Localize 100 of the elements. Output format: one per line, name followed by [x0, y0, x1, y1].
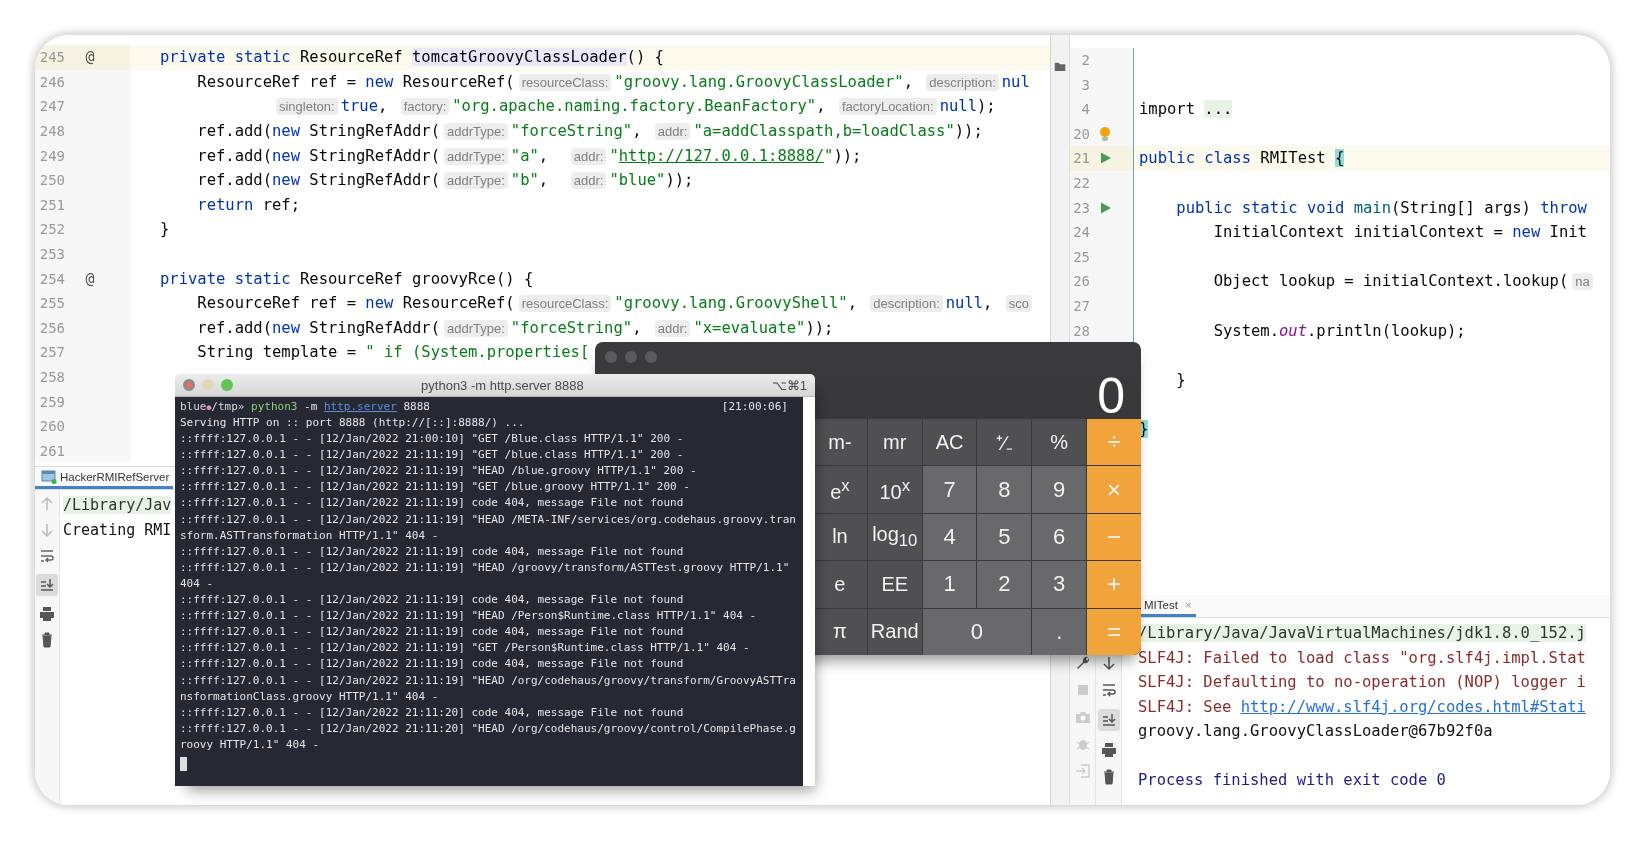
console-line: groovy.lang.GroovyClassLoader@67b92f0a	[1138, 722, 1493, 740]
url-link[interactable]: http://127.0.0.1:8888/	[618, 146, 825, 165]
print-icon[interactable]	[1100, 742, 1117, 758]
calculator-key[interactable]: 3	[1032, 561, 1087, 608]
console-line: SLF4J: See http://www.slf4j.org/codes.html#Stati	[1138, 697, 1586, 716]
line-number: 257	[39, 344, 65, 361]
line-number: 246	[39, 73, 65, 90]
code-line: ref.add(new StringRefAddr( addrType: "forceString", addr: "x=evaluate"));	[196, 318, 834, 337]
calculator-key[interactable]: π	[813, 608, 867, 655]
terminal-line: 404 -	[180, 576, 214, 590]
line-number: 27	[1073, 297, 1090, 314]
calculator-key[interactable]: e$^{x}$	[813, 466, 867, 513]
calculator-key[interactable]: ln	[813, 513, 867, 561]
line-number: 24	[1073, 224, 1090, 241]
line-number: 22	[1073, 174, 1090, 191]
line-number: 25	[1073, 248, 1090, 265]
print-icon[interactable]	[39, 606, 55, 622]
window-title: python3 -m http.server 8888	[420, 377, 585, 393]
code-line: ref.add(new StringRefAddr( addrType: "forceString", addr: "a=addClasspath,b=loadClass"));	[196, 122, 983, 141]
calculator-key[interactable]: 10$^{x}$	[867, 466, 922, 513]
calculator-key[interactable]: EE	[867, 561, 922, 608]
calculator-key[interactable]: log$_{10}$	[867, 513, 922, 561]
code-line: private static ResourceRef groovyRce() {	[160, 269, 534, 288]
calculator-key[interactable]: 0	[922, 608, 1032, 655]
zoom-button[interactable]	[221, 379, 233, 391]
line-number: 251	[39, 196, 65, 213]
scroll-to-end-icon[interactable]	[1097, 709, 1120, 731]
console-line: SLF4J: Failed to load class "org.slf4j.impl.Stat	[1138, 648, 1586, 667]
code-line: }	[1175, 370, 1186, 389]
up-arrow-icon[interactable]	[39, 496, 55, 512]
calculator-key[interactable]: 2	[977, 561, 1032, 608]
line-number: 26	[1073, 273, 1090, 290]
terminal-line: ::ffff:127.0.0.1 - - [12/Jan/2022 21:11:19] "HEAD /Person$Runtime.class HTTP/1.1" 404 -	[180, 609, 757, 623]
line-number: 23	[1073, 199, 1090, 216]
calculator-key[interactable]: .	[1032, 608, 1087, 655]
line-number: 20	[1073, 125, 1090, 142]
code-line: InitialContext initialContext = new Init	[1212, 223, 1587, 242]
trash-icon[interactable]	[39, 632, 55, 648]
code-line: String template = " if (System.properties[	[196, 343, 590, 362]
line-number: 261	[39, 442, 65, 459]
calculator-key[interactable]: 5	[977, 513, 1032, 561]
wrap-icon[interactable]	[1100, 682, 1117, 698]
minimize-button[interactable]	[625, 351, 637, 363]
terminal-line: ::ffff:127.0.0.1 - - [12/Jan/2022 21:11:19] "HEAD /blue.groovy HTTP/1.1" 200 -	[180, 464, 697, 478]
camera-icon[interactable]	[1074, 709, 1091, 725]
text-cursor	[180, 756, 187, 771]
login-icon[interactable]	[1074, 763, 1091, 779]
scrollbar-track[interactable]	[803, 397, 815, 786]
wrap-icon[interactable]	[39, 548, 55, 564]
run-icon[interactable]	[1099, 201, 1111, 214]
code-line: ref.add(new StringRefAddr( addrType: "b", addr: "blue"));	[196, 171, 694, 190]
line-number: 21	[1073, 150, 1090, 167]
line-number: 254	[39, 270, 65, 287]
terminal-prompt: blue●/tmp» python3 -m http.server 8888	[180, 399, 430, 415]
calculator-key[interactable]: m-	[813, 419, 867, 466]
console-line: Creating RMI	[63, 520, 172, 539]
terminal-line: nsformationClass.groovy HTTP/1.1" 404 -	[180, 689, 439, 703]
line-number: 250	[39, 172, 65, 189]
calculator-key[interactable]: 4	[922, 513, 977, 561]
terminal-line: ::ffff:127.0.0.1 - - [12/Jan/2022 21:11:20] code 404, message File not found	[180, 705, 684, 719]
calculator-key[interactable]: 8	[977, 466, 1032, 513]
code-line: }	[160, 220, 170, 239]
zoom-button[interactable]	[645, 351, 657, 363]
terminal-line: ::ffff:127.0.0.1 - - [12/Jan/2022 21:11:19] code 404, message File not found	[180, 657, 684, 671]
code-line: System.out.println(lookup);	[1212, 321, 1466, 340]
code-line: ResourceRef ref = new ResourceRef( resourceClass: "groovy.lang.GroovyShell", description: null, sco	[160, 294, 1035, 313]
down-arrow-icon[interactable]	[1100, 655, 1117, 671]
calculator-key[interactable]: 1	[922, 561, 977, 608]
lightbulb-icon[interactable]	[1099, 125, 1111, 142]
close-button[interactable]	[605, 351, 617, 363]
run-icon[interactable]	[1099, 152, 1111, 165]
line-number: 2	[1081, 52, 1090, 68]
line-number: 245	[39, 49, 65, 66]
calculator-key[interactable]: mr	[867, 419, 922, 466]
close-button[interactable]	[183, 379, 195, 391]
terminal-line: ::ffff:127.0.0.1 - - [12/Jan/2022 21:11:19] "GET /Person$Runtime.class HTTP/1.1" 404 -	[180, 641, 750, 655]
scroll-to-end-icon[interactable]	[36, 574, 58, 596]
calculator-key[interactable]: ⁺∕₋	[977, 419, 1032, 466]
terminal-line: ::ffff:127.0.0.1 - - [12/Jan/2022 21:11:19] code 404, message File not found	[180, 544, 684, 558]
calculator-key[interactable]: 6	[1032, 513, 1087, 561]
calculator-key[interactable]: AC	[922, 419, 977, 466]
code-line: Object lookup = initialContext.lookup( na	[1139, 272, 1596, 291]
annotation-marker: @	[85, 269, 95, 288]
terminal-line: ::ffff:127.0.0.1 - - [12/Jan/2022 21:11:19] "HEAD /META-INF/services/org.codehaus.groovy.tran	[180, 512, 796, 526]
console-line: SLF4J: Defaulting to no-operation (NOP) logger i	[1138, 673, 1586, 691]
terminal-line: ::ffff:127.0.0.1 - - [12/Jan/2022 21:11:19] code 404, message File not found	[180, 593, 684, 607]
calculator-key[interactable]: 9	[1032, 466, 1087, 513]
line-number: 247	[39, 98, 65, 115]
line-number: 260	[39, 418, 65, 435]
calculator-key[interactable]: e	[813, 561, 867, 608]
folder-icon[interactable]	[1054, 61, 1066, 72]
line-number: 259	[39, 393, 65, 410]
console-line: Process finished with exit code 0	[1138, 771, 1446, 789]
terminal-line: ::ffff:127.0.0.1 - - [12/Jan/2022 21:00:10] "GET /Blue.class HTTP/1.1" 200 -	[180, 432, 684, 446]
calculator-key[interactable]: %	[1032, 419, 1087, 466]
url-link[interactable]: http://www.slf4j.org/codes.html#Stati	[1240, 697, 1586, 716]
calculator-key[interactable]: 7	[922, 466, 977, 513]
calculator-key[interactable]: Rand	[867, 608, 922, 655]
line-number: 3	[1081, 76, 1090, 93]
shortcut-label: ⌥⌘1	[771, 377, 807, 393]
